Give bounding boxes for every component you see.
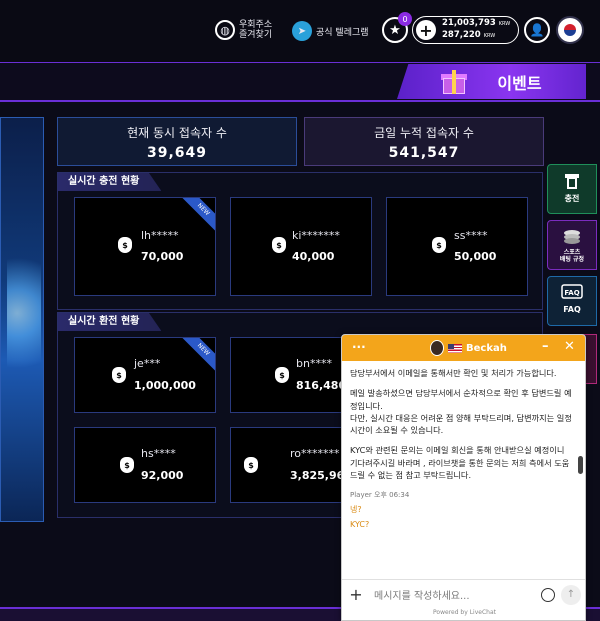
- left-promo-banner[interactable]: [0, 117, 44, 522]
- language-button[interactable]: [556, 16, 584, 44]
- agent-message: 메일 발송하셨으면 담당부서에서 순차적으로 확인 후 답변드릴 예정입니다. …: [350, 388, 572, 436]
- telegram-link[interactable]: ➤ 공식 텔레그램: [292, 21, 369, 41]
- user-message: KYC?: [350, 519, 370, 529]
- section-title: 실시간 충전 현황: [58, 173, 162, 191]
- new-badge: NEW: [177, 198, 215, 236]
- concurrent-users-label: 현재 동시 접속자 수: [127, 126, 227, 140]
- chat-scrollbar[interactable]: [578, 456, 583, 474]
- exchange-card: $ hs**** 92,000: [74, 427, 216, 503]
- livechat-widget: ··· Beckah – ✕ 담당부서에서 이메일을 통해서만 확인 및 처리가…: [341, 334, 586, 621]
- username: ss****: [454, 229, 488, 242]
- svg-text:FAQ: FAQ: [564, 289, 579, 297]
- daily-users-card: 금일 누적 접속자 수 541,547: [304, 117, 544, 166]
- star-icon: ★: [389, 22, 401, 38]
- new-badge: NEW: [177, 338, 215, 376]
- coins-icon: [561, 227, 583, 247]
- amount: 50,000: [454, 250, 497, 263]
- telegram-label: 공식 텔레그램: [316, 27, 369, 38]
- sports-label-line1: 스포츠: [563, 249, 581, 256]
- minimize-button[interactable]: –: [542, 339, 549, 354]
- amount: 92,000: [141, 469, 184, 482]
- faq-label: FAQ: [563, 305, 581, 314]
- favorites-button[interactable]: ★ 0: [382, 12, 412, 43]
- korea-flag-icon: [564, 24, 576, 36]
- bookmark-label-line2: 즐겨찾기: [239, 30, 273, 40]
- currency-unit: KRW: [498, 21, 511, 27]
- charge-icon: [561, 171, 583, 191]
- concurrent-users-card: 현재 동시 접속자 수 39,649: [57, 117, 297, 166]
- quick-charge-button[interactable]: 충전: [547, 164, 597, 214]
- attach-plus-icon[interactable]: +: [344, 585, 368, 604]
- event-label: 이벤트: [497, 73, 542, 93]
- powered-by: Powered by LiveChat: [433, 609, 496, 616]
- charge-card: $ ki******* 40,000: [230, 197, 372, 296]
- section-title: 실시간 환전 현황: [58, 313, 162, 331]
- sports-rules-button[interactable]: 스포츠 배팅 규정: [547, 220, 597, 270]
- user-message: 넹?: [350, 504, 362, 514]
- bookmark-label-line1: 우회주소: [239, 20, 273, 30]
- balance-panel[interactable]: + 21,003,793 KRW 287,220 KRW: [412, 16, 519, 44]
- charge-card: NEW $ lh***** 70,000: [74, 197, 216, 296]
- top-header: ◍ 우회주소 즐겨찾기 ➤ 공식 텔레그램 ★ 0 + 21,003,793 K…: [0, 0, 600, 62]
- bookmark-address-link[interactable]: ◍ 우회주소 즐겨찾기: [215, 20, 272, 40]
- username: je***: [134, 357, 161, 370]
- chat-input-bar: + 메시지를 작성하세요... ☺ ↑: [342, 579, 585, 609]
- chat-menu-button[interactable]: ···: [352, 340, 366, 354]
- faq-button[interactable]: FAQ FAQ: [547, 276, 597, 326]
- daily-users-label: 금일 누적 접속자 수: [374, 126, 474, 140]
- username: ki*******: [292, 229, 340, 242]
- close-button[interactable]: ✕: [564, 339, 575, 354]
- banner-graphic: [7, 238, 41, 388]
- money-bag-icon: $: [120, 457, 134, 473]
- username: lh*****: [141, 229, 179, 242]
- emoji-icon[interactable]: ☺: [541, 587, 555, 602]
- user-icon: 👤: [529, 23, 545, 37]
- balance-line1: 21,003,793 KRW: [442, 18, 511, 28]
- sports-label-line2: 배팅 규정: [559, 256, 585, 263]
- message-sender-time: Player 오후 06:34: [350, 491, 410, 500]
- currency-unit: KRW: [483, 33, 496, 39]
- favorites-count-badge: 0: [398, 12, 412, 26]
- daily-users-value: 541,547: [388, 145, 460, 161]
- amount: 40,000: [292, 250, 335, 263]
- money-bag-icon: $: [272, 237, 286, 253]
- telegram-icon: ➤: [292, 21, 312, 41]
- send-icon[interactable]: ↑: [561, 584, 581, 605]
- amount: 1,000,000: [134, 379, 196, 392]
- plus-icon[interactable]: +: [416, 20, 436, 40]
- balance-line2: 287,220 KRW: [442, 30, 496, 40]
- chat-header: ··· Beckah – ✕: [342, 335, 585, 361]
- event-button[interactable]: 이벤트: [397, 64, 586, 99]
- money-bag-icon: $: [112, 367, 126, 383]
- chat-messages: 담당부서에서 이메일을 통해서만 확인 및 처리가 가능합니다. 메일 발송하셨…: [342, 361, 585, 579]
- concurrent-users-value: 39,649: [146, 145, 208, 161]
- agent-message: 담당부서에서 이메일을 통해서만 확인 및 처리가 가능합니다.: [350, 368, 557, 378]
- username: ro*******: [290, 447, 340, 460]
- money-bag-icon: $: [244, 457, 258, 473]
- exchange-card: NEW $ je*** 1,000,000: [74, 337, 216, 413]
- username: hs****: [141, 447, 176, 460]
- faq-icon: FAQ: [561, 283, 583, 303]
- realtime-charge-section: 실시간 충전 현황 NEW $ lh***** 70,000 $ ki*****…: [57, 172, 543, 310]
- quick-charge-label: 충전: [564, 194, 580, 203]
- charge-card: $ ss**** 50,000: [386, 197, 528, 296]
- agent-message: KYC와 관련된 문의는 이메일 회신을 통해 안내받으실 예정이니 기다려주시…: [350, 445, 570, 481]
- money-bag-icon: $: [432, 237, 446, 253]
- money-bag-icon: $: [118, 237, 132, 253]
- username: bn****: [296, 357, 332, 370]
- agent-name: Beckah: [466, 342, 507, 354]
- globe-icon: ◍: [215, 20, 235, 40]
- us-flag-icon: [448, 343, 462, 353]
- message-input[interactable]: 메시지를 작성하세요...: [374, 587, 541, 602]
- amount: 816,480: [296, 379, 347, 392]
- profile-button[interactable]: 👤: [524, 17, 550, 43]
- amount: 70,000: [141, 250, 184, 263]
- agent-avatar: [430, 340, 444, 356]
- gift-icon: [441, 69, 468, 94]
- money-bag-icon: $: [275, 367, 289, 383]
